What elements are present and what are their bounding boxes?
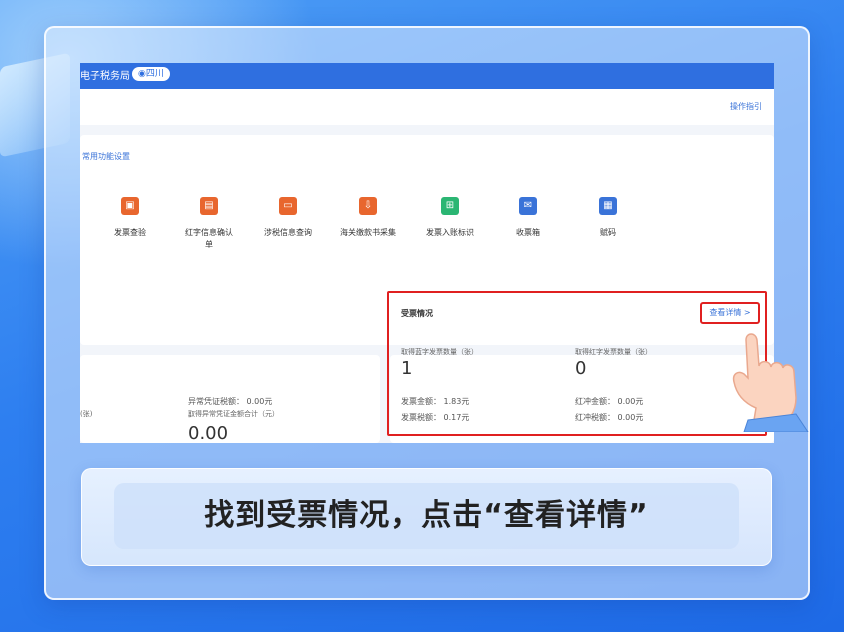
tool-invoice-check[interactable]: ▣ 发票查验 bbox=[96, 183, 164, 239]
accounting-mark-icon: ⊞ bbox=[441, 197, 459, 215]
tool-label: 发票入账标识 bbox=[426, 228, 474, 237]
abnormal-tax-label: 异常凭证税额： 0.00元 bbox=[188, 397, 273, 406]
tool-accounting-mark[interactable]: ⊞ 发票入账标识 bbox=[416, 183, 484, 239]
pointing-hand-icon bbox=[732, 333, 809, 432]
region-badge[interactable]: ◉四川 bbox=[132, 67, 170, 81]
favorites-title: 常用功能设置 bbox=[82, 152, 130, 161]
abnormal-tax-value: 0.00元 bbox=[246, 397, 273, 406]
abnormal-count-label: (张) bbox=[80, 410, 93, 418]
guide-link[interactable]: 操作指引 bbox=[730, 101, 762, 112]
tool-red-invoice[interactable]: ▤ 红字信息确认单 bbox=[175, 183, 243, 251]
abnormal-total-value: 0.00 bbox=[188, 423, 229, 443]
red-invoice-icon: ▤ bbox=[200, 197, 218, 215]
tool-label: 红字信息确认单 bbox=[185, 228, 233, 249]
invoice-check-icon: ▣ bbox=[121, 197, 139, 215]
tool-customs[interactable]: ⇩ 海关缴款书采集 bbox=[334, 183, 402, 239]
sub-header: 操作指引 bbox=[80, 89, 774, 125]
tool-label: 赋码 bbox=[600, 228, 616, 237]
caption-text: 找到受票情况，点击“查看详情” bbox=[204, 498, 649, 533]
abnormal-dash: - bbox=[188, 412, 191, 421]
tool-mailbox[interactable]: ✉ 收票箱 bbox=[494, 183, 562, 239]
tool-tax-info[interactable]: ▭ 涉税信息查询 bbox=[254, 183, 322, 239]
tool-label: 海关缴款书采集 bbox=[340, 228, 396, 237]
tool-label: 涉税信息查询 bbox=[264, 228, 312, 237]
view-details-link[interactable]: 查看详情 > bbox=[700, 302, 760, 324]
caption-bar: 找到受票情况，点击“查看详情” bbox=[81, 468, 772, 566]
brand-title: 电子税务局 bbox=[80, 71, 130, 82]
tool-label: 收票箱 bbox=[516, 228, 540, 237]
caption-inner: 找到受票情况，点击“查看详情” bbox=[114, 483, 739, 549]
qr-code-icon: ▦ bbox=[599, 197, 617, 215]
abnormal-total-label: 取得异常凭证金额合计（元） bbox=[188, 410, 279, 418]
location-icon: ◉ bbox=[138, 69, 146, 79]
mailbox-icon: ✉ bbox=[519, 197, 537, 215]
tool-label: 发票查验 bbox=[114, 228, 146, 237]
tax-info-icon: ▭ bbox=[279, 197, 297, 215]
top-nav-bar: 电子税务局 ◉四川 bbox=[80, 63, 774, 89]
customs-icon: ⇩ bbox=[359, 197, 377, 215]
tool-qr-code[interactable]: ▦ 赋码 bbox=[574, 183, 642, 239]
region-label: 四川 bbox=[145, 69, 164, 79]
